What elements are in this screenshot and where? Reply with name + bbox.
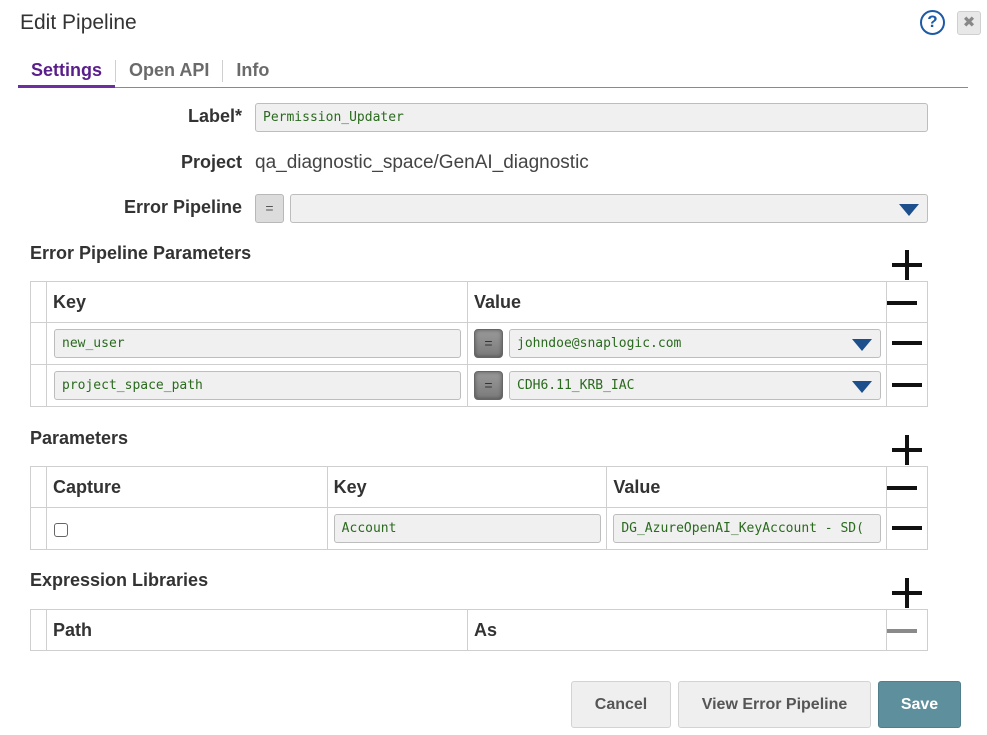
value-text: johndoe@snaplogic.com	[517, 336, 682, 351]
remove-row-button[interactable]	[892, 341, 922, 346]
remove-all-button	[887, 628, 917, 633]
value-text: CDH6.11_KRB_IAC	[517, 378, 635, 393]
remove-row-button[interactable]	[892, 383, 922, 388]
label-input[interactable]: Permission_Updater	[255, 103, 928, 132]
key-input[interactable]: new_user	[54, 329, 461, 358]
chevron-down-icon	[852, 339, 872, 351]
expression-toggle-button[interactable]: =	[255, 194, 284, 223]
expression-libraries-table: Path As	[30, 609, 928, 651]
value-cell: DG_AzureOpenAI_KeyAccount - SD(	[606, 507, 887, 550]
value-input[interactable]: DG_AzureOpenAI_KeyAccount - SD(	[613, 514, 882, 543]
column-header-path: Path	[46, 609, 468, 651]
cancel-button[interactable]: Cancel	[571, 681, 671, 728]
column-header-capture: Capture	[45, 466, 328, 508]
column-header-key: Key	[326, 466, 608, 508]
table-header-row: Path As	[30, 609, 928, 651]
row-handle[interactable]	[30, 322, 47, 365]
add-error-param-button[interactable]	[892, 250, 922, 280]
value-cell: = CDH6.11_KRB_IAC	[467, 364, 887, 407]
expression-libraries-title: Expression Libraries	[30, 570, 209, 590]
value-cell: = johndoe@snaplogic.com	[467, 322, 887, 365]
project-label: Project	[180, 152, 242, 172]
table-header-row: Key Value	[30, 281, 928, 323]
table-row: Account DG_AzureOpenAI_KeyAccount - SD(	[30, 507, 929, 550]
row-handle[interactable]	[30, 507, 47, 550]
error-pipeline-dropdown[interactable]	[290, 194, 928, 223]
close-icon[interactable]: ✖	[957, 11, 981, 35]
remove-all-button[interactable]	[886, 485, 917, 490]
add-parameter-button[interactable]	[892, 435, 922, 465]
remove-cell	[885, 507, 929, 550]
parameters-title: Parameters	[30, 428, 129, 448]
project-value: qa_diagnostic_space/GenAI_diagnostic	[255, 152, 589, 173]
row-handle[interactable]	[30, 364, 47, 407]
capture-cell	[45, 507, 328, 550]
label-field-label: Label*	[187, 106, 242, 126]
key-input[interactable]: Account	[333, 514, 601, 543]
key-cell: new_user	[46, 322, 468, 365]
remove-all-cell	[886, 281, 928, 323]
remove-cell	[886, 364, 928, 407]
key-cell: Account	[326, 507, 608, 550]
row-handle-header	[30, 281, 47, 323]
view-error-pipeline-button[interactable]: View Error Pipeline	[678, 681, 871, 728]
tab-info[interactable]: Info	[223, 58, 282, 88]
expression-toggle-button[interactable]: =	[474, 329, 503, 358]
help-icon[interactable]: ?	[920, 10, 945, 35]
value-dropdown[interactable]: CDH6.11_KRB_IAC	[509, 371, 881, 400]
remove-cell	[886, 322, 928, 365]
save-button[interactable]: Save	[878, 681, 961, 728]
column-header-value: Value	[606, 466, 887, 508]
tab-bar: Settings Open API Info	[18, 58, 968, 88]
tab-settings[interactable]: Settings	[18, 58, 116, 88]
key-input[interactable]: project_space_path	[54, 371, 461, 400]
error-pipeline-parameters-table: Key Value new_user = johndoe@snaplogic.c…	[30, 281, 928, 407]
dialog-title: Edit Pipeline	[20, 11, 137, 34]
key-cell: project_space_path	[46, 364, 468, 407]
chevron-down-icon	[852, 381, 872, 393]
add-expression-library-button[interactable]	[892, 578, 922, 608]
chevron-down-icon	[899, 204, 919, 216]
parameters-table: Capture Key Value Account DG_AzureOpenAI…	[30, 466, 929, 550]
column-header-value: Value	[467, 281, 887, 323]
remove-all-cell	[885, 466, 929, 508]
error-pipeline-parameters-title: Error Pipeline Parameters	[30, 243, 252, 263]
expression-toggle-button[interactable]: =	[474, 371, 503, 400]
table-header-row: Capture Key Value	[30, 466, 929, 508]
table-row: project_space_path = CDH6.11_KRB_IAC	[30, 364, 928, 407]
row-handle-header	[30, 466, 47, 508]
remove-all-button[interactable]	[887, 300, 917, 305]
column-header-key: Key	[46, 281, 468, 323]
table-row: new_user = johndoe@snaplogic.com	[30, 322, 928, 365]
remove-row-button[interactable]	[891, 526, 922, 531]
tab-open-api[interactable]: Open API	[116, 58, 222, 88]
row-handle-header	[30, 609, 47, 651]
capture-checkbox[interactable]	[53, 523, 68, 537]
column-header-as: As	[467, 609, 887, 651]
remove-all-cell	[886, 609, 928, 651]
value-dropdown[interactable]: johndoe@snaplogic.com	[509, 329, 881, 358]
error-pipeline-label: Error Pipeline	[123, 197, 242, 217]
